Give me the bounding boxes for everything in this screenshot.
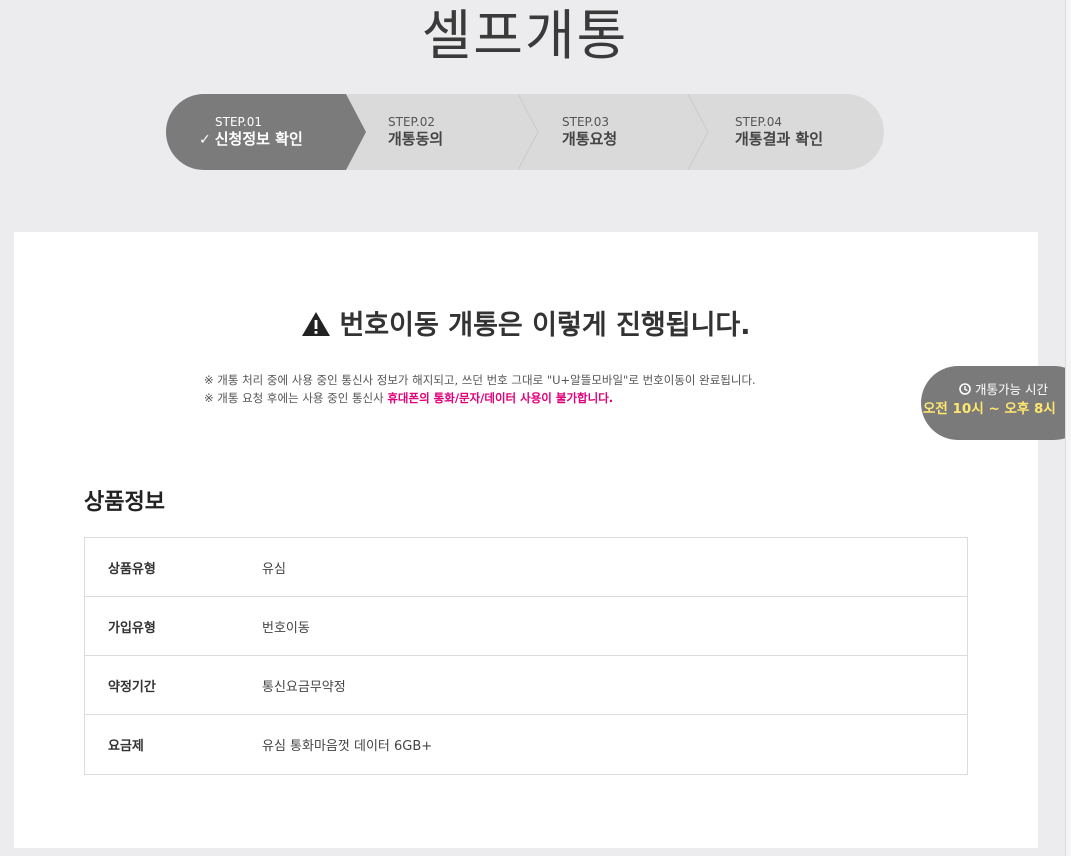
notice-line-2: ※ 개통 요청 후에는 사용 중인 통신사 휴대폰의 통화/문자/데이터 사용이… bbox=[204, 389, 924, 407]
row-value: 유심 통화마음껏 데이터 6GB+ bbox=[262, 739, 433, 754]
check-icon: ✓ bbox=[199, 132, 211, 148]
step-1-label: 신청정보 확인 bbox=[214, 130, 303, 148]
step-4-label: 개통결과 확인 bbox=[735, 130, 824, 148]
step-4-number: STEP.04 bbox=[735, 115, 782, 129]
row-key: 약정기간 bbox=[108, 679, 156, 695]
hours-title-text: 개통가능 시간 bbox=[975, 382, 1048, 397]
product-info-table: 상품유형 유심 가입유형 번호이동 약정기간 통신요금무약정 요금제 유심 통화… bbox=[84, 537, 968, 775]
page: 셀프개통 STEP.01 ✓ 신청정보 확인 STEP.02 개통동의 STEP.… bbox=[0, 0, 1071, 856]
row-key: 가입유형 bbox=[108, 620, 156, 636]
content-card: 번호이동 개통은 이렇게 진행됩니다. ※ 개통 처리 중에 사용 중인 통신사… bbox=[14, 232, 1038, 848]
row-key: 요금제 bbox=[108, 739, 144, 754]
row-value: 유심 bbox=[262, 561, 286, 577]
step-1-number: STEP.01 bbox=[215, 115, 262, 129]
notice-heading: 번호이동 개통은 이렇게 진행됩니다. bbox=[14, 308, 1038, 344]
step-progress: STEP.01 ✓ 신청정보 확인 STEP.02 개통동의 STEP.03 개통… bbox=[166, 94, 884, 170]
scrollbar[interactable] bbox=[1065, 0, 1071, 856]
notice-line-2-prefix: ※ 개통 요청 후에는 사용 중인 통신사 bbox=[204, 391, 388, 405]
step-1: STEP.01 ✓ 신청정보 확인 bbox=[166, 94, 366, 170]
hours-time-text: 오전 10시 ~ 오후 8시 bbox=[923, 401, 1056, 417]
step-4: STEP.04 개통결과 확인 bbox=[735, 94, 884, 170]
product-info-title: 상품정보 bbox=[84, 490, 165, 515]
clock-icon bbox=[959, 382, 971, 395]
step-divider bbox=[686, 94, 710, 170]
activation-hours-badge[interactable]: 개통가능 시간 오전 10시 ~ 오후 8시 bbox=[921, 366, 1071, 440]
table-row: 약정기간 통신요금무약정 bbox=[85, 656, 967, 715]
row-value: 통신요금무약정 bbox=[262, 679, 346, 695]
table-row: 가입유형 번호이동 bbox=[85, 597, 967, 656]
table-row: 요금제 유심 통화마음껏 데이터 6GB+ bbox=[85, 715, 967, 774]
table-row: 상품유형 유심 bbox=[85, 538, 967, 597]
notice-line-2-highlight: 휴대폰의 통화/문자/데이터 사용이 불가합니다. bbox=[387, 391, 614, 405]
row-value: 번호이동 bbox=[262, 620, 310, 636]
notice-line-1: ※ 개통 처리 중에 사용 중인 통신사 정보가 해지되고, 쓰던 번호 그대로… bbox=[204, 373, 756, 387]
row-key: 상품유형 bbox=[108, 561, 156, 577]
notice-text: ※ 개통 처리 중에 사용 중인 통신사 정보가 해지되고, 쓰던 번호 그대로… bbox=[204, 371, 924, 407]
warning-icon bbox=[301, 311, 331, 337]
notice-heading-text: 번호이동 개통은 이렇게 진행됩니다. bbox=[339, 310, 751, 341]
step-divider bbox=[516, 94, 540, 170]
page-title: 셀프개통 bbox=[421, 4, 629, 67]
